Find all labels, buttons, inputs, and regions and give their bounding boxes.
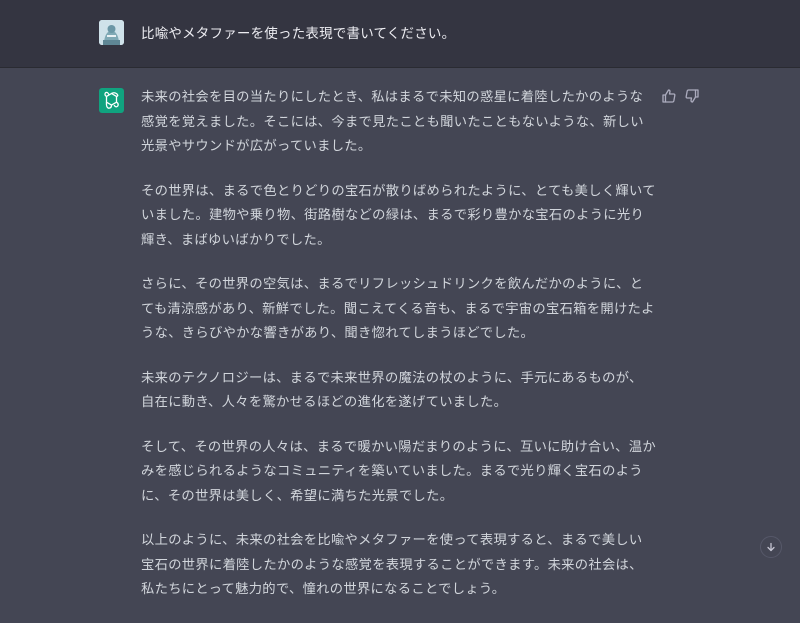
message-paragraph: その世界は、まるで色とりどりの宝石が散りばめられたように、とても美しく輝いていま… (141, 183, 656, 248)
thumbs-down-button[interactable] (684, 88, 700, 104)
arrow-down-icon (767, 542, 775, 552)
thumbs-up-icon (662, 89, 676, 103)
message-paragraph: 未来の社会を目の当たりにしたとき、私はまるで未知の惑星に着陸したかのような感覚を… (141, 90, 644, 154)
feedback-buttons (661, 88, 700, 104)
assistant-avatar (99, 88, 124, 113)
user-avatar-image (99, 20, 124, 45)
openai-logo-icon (104, 91, 119, 109)
message-paragraph: そして、その世界の人々は、まるで暖かい陽だまりのように、互いに助け合い、温かみを… (141, 439, 656, 504)
thumbs-up-button[interactable] (661, 88, 677, 104)
message-paragraph: さらに、その世界の空気は、まるでリフレッシュドリンクを飲んだかのように、とても清… (141, 277, 655, 341)
thumbs-down-icon (685, 89, 699, 103)
user-message-row: 比喩やメタファーを使った表現で書いてください。 (0, 0, 800, 68)
message-paragraph: 未来のテクノロジーは、まるで未来世界の魔法の杖のように、手元にあるものが、自在に… (141, 370, 643, 411)
scroll-to-bottom-button[interactable] (760, 536, 782, 558)
assistant-message-row: 未来の社会を目の当たりにしたとき、私はまるで未知の惑星に着陸したかのような感覚を… (0, 68, 800, 597)
user-avatar (99, 20, 124, 45)
assistant-message: 未来の社会を目の当たりにしたとき、私はまるで未知の惑星に着陸したかのような感覚を… (141, 86, 656, 623)
user-message-text: 比喩やメタファーを使った表現で書いてください。 (141, 26, 456, 42)
